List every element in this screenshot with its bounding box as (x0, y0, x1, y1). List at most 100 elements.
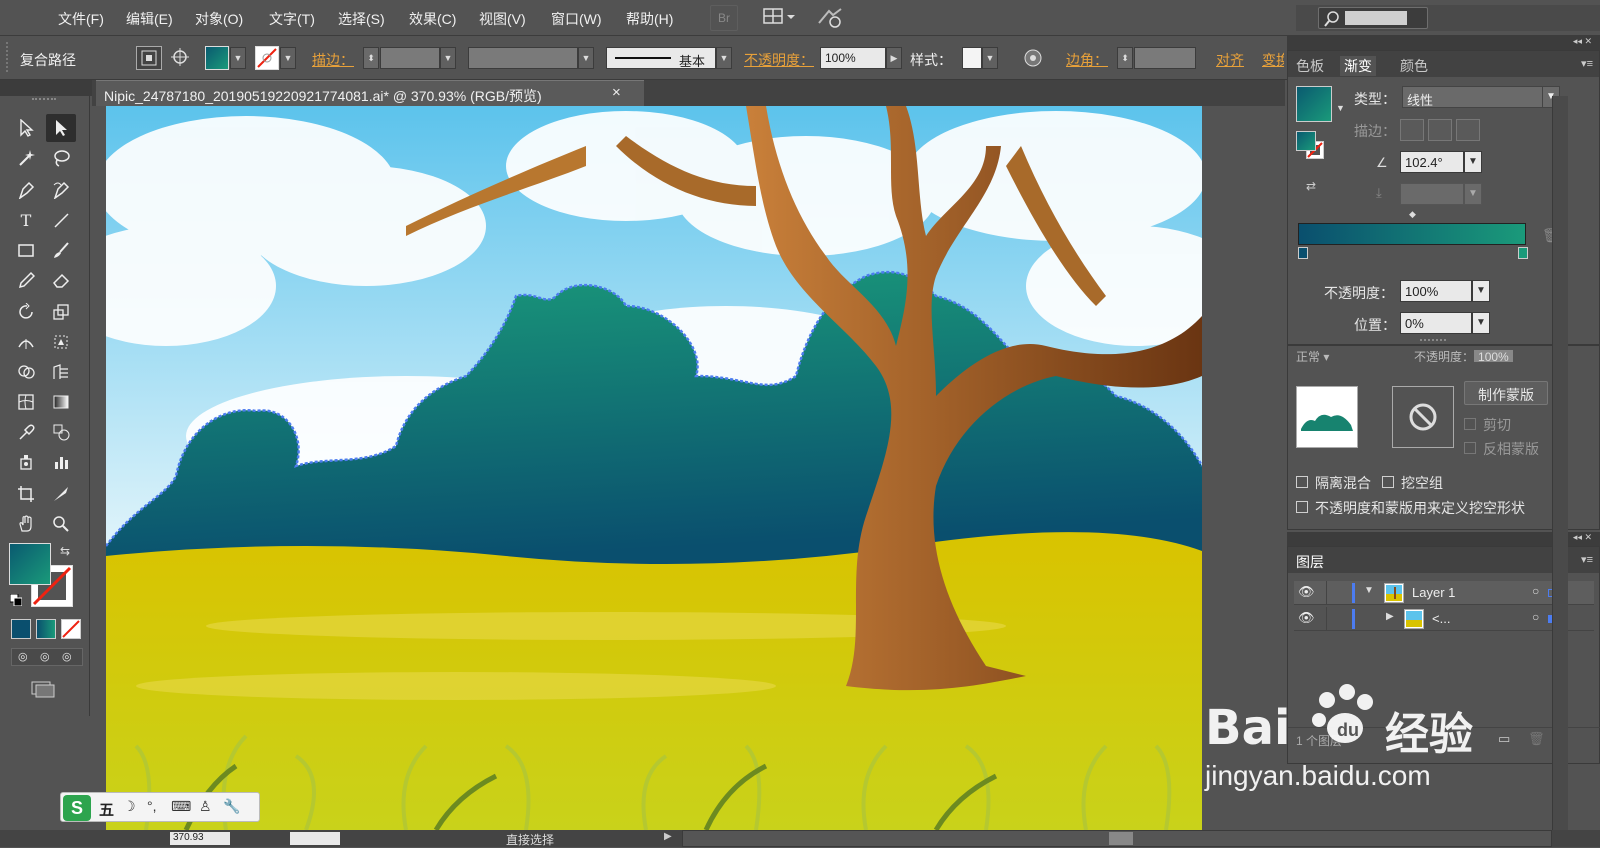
type-tool[interactable]: T (11, 206, 41, 234)
knockout-group-checkbox[interactable] (1382, 476, 1394, 488)
toolbox-grip[interactable] (32, 98, 56, 102)
magic-wand-tool[interactable] (11, 144, 41, 172)
width-tool[interactable] (11, 328, 41, 356)
brush-definition-dropdown[interactable]: ▼ (716, 47, 732, 69)
panel-resize-grip[interactable] (1420, 339, 1446, 344)
draw-normal-icon[interactable]: ◎ (18, 650, 28, 663)
symbol-sprayer-tool[interactable] (11, 448, 41, 476)
draw-behind-icon[interactable]: ◎ (40, 650, 50, 663)
vertical-scrollbar[interactable] (1552, 96, 1568, 830)
rectangle-tool[interactable] (11, 236, 41, 264)
isolate-group-button[interactable] (136, 46, 162, 70)
aspect-ratio-field[interactable] (1400, 183, 1464, 205)
stroke-across-button[interactable] (1456, 119, 1480, 141)
artboard-tool[interactable] (11, 480, 41, 508)
scale-tool[interactable] (46, 298, 76, 326)
none-mode-button[interactable] (61, 619, 81, 639)
layer-row-sublayer[interactable]: 👁 ▶ <... ○ (1294, 607, 1594, 631)
color-mode-button[interactable] (11, 619, 31, 639)
fill-swatch[interactable] (9, 543, 51, 585)
gradient-tool[interactable] (46, 388, 76, 416)
control-bar-grip[interactable] (6, 42, 9, 72)
stroke-weight-dropdown[interactable]: ▼ (440, 47, 456, 69)
opacity-field[interactable]: 100% (820, 47, 886, 69)
gradient-type-select[interactable]: 线性 (1402, 86, 1544, 108)
visibility-eye-icon[interactable]: 👁 (1298, 584, 1315, 600)
ime-settings-icon[interactable]: 🔧 (223, 798, 240, 815)
menu-window[interactable]: 窗口(W) (551, 9, 602, 29)
stop-opacity-dropdown[interactable]: ▼ (1472, 280, 1490, 302)
graphic-style-swatch[interactable] (962, 47, 982, 69)
column-graph-tool[interactable] (46, 448, 76, 476)
sublayer-name[interactable]: <... (1432, 611, 1450, 626)
search-input[interactable] (1318, 7, 1428, 29)
curvature-tool[interactable] (46, 176, 76, 204)
isolate-blending-checkbox[interactable] (1296, 476, 1308, 488)
shape-builder-tool[interactable] (11, 358, 41, 386)
paintbrush-tool[interactable] (46, 236, 76, 264)
make-mask-button[interactable]: 制作蒙版 (1464, 381, 1548, 405)
stroke-along-button[interactable] (1428, 119, 1452, 141)
artwork-illustration[interactable] (106, 106, 1202, 830)
mask-thumbnail[interactable] (1392, 386, 1454, 448)
stroke-color-swatch[interactable] (255, 46, 279, 70)
zoom-level-field[interactable]: 370.93 (170, 832, 230, 845)
expand-sublayer-icon[interactable]: ▶ (1386, 611, 1394, 622)
draw-inside-icon[interactable]: ◎ (62, 650, 72, 663)
clip-checkbox[interactable] (1464, 418, 1476, 430)
sublayer-visibility-eye-icon[interactable]: 👁 (1298, 610, 1315, 626)
sublayer-lock-column[interactable] (1326, 607, 1327, 631)
blend-mode-select[interactable]: 正常 ▾ (1296, 348, 1386, 362)
corner-label[interactable]: 边角： (1066, 50, 1108, 70)
stroke-label[interactable]: 描边： (312, 50, 354, 70)
close-tab-icon[interactable]: × (612, 84, 621, 101)
gradient-slider[interactable] (1298, 223, 1526, 245)
corner-radius-field[interactable] (1134, 47, 1196, 69)
gradient-mode-button[interactable] (36, 619, 56, 639)
screen-mode-button[interactable] (30, 680, 56, 698)
stroke-weight-stepper[interactable]: ⬍ (363, 47, 379, 69)
menu-effect[interactable]: 效果(C) (409, 9, 456, 29)
variable-width-field[interactable] (468, 47, 578, 69)
eraser-tool[interactable] (46, 266, 76, 294)
angle-field[interactable]: 102.4° (1400, 151, 1464, 173)
menu-select[interactable]: 选择(S) (338, 9, 385, 29)
stroke-weight-field[interactable] (380, 47, 440, 69)
document-tab[interactable]: Nipic_24787180_20190519220921774081.ai* … (96, 80, 644, 106)
direct-selection-tool[interactable] (46, 114, 76, 142)
current-tool-label[interactable]: 直接选择 (506, 831, 554, 848)
stroke-color-dropdown[interactable]: ▼ (280, 47, 296, 69)
panel-dock-header[interactable]: ◂◂ ✕ (1287, 36, 1600, 50)
layers-menu-icon[interactable]: ▾≡ (1581, 553, 1593, 566)
fill-color-dropdown[interactable]: ▼ (230, 47, 246, 69)
gradient-preview-swatch[interactable] (1296, 86, 1332, 122)
transparency-opacity-field[interactable]: 100% (1474, 350, 1513, 362)
selection-tool[interactable] (11, 114, 41, 142)
workspace-switcher[interactable] (760, 5, 802, 31)
object-thumbnail[interactable] (1296, 386, 1358, 448)
ime-half-width-icon[interactable]: ☽ (123, 798, 136, 815)
gradient-preset-dropdown[interactable]: ▼ (1336, 103, 1345, 113)
graphic-style-dropdown[interactable]: ▼ (982, 47, 998, 69)
pen-tool[interactable] (11, 176, 41, 204)
corner-stepper[interactable]: ⬍ (1117, 47, 1133, 69)
artboard-nav-field[interactable] (290, 832, 340, 845)
opacity-label[interactable]: 不透明度： (744, 50, 814, 70)
ime-mode-label[interactable]: 五 (99, 799, 114, 820)
invert-mask-checkbox[interactable] (1464, 442, 1476, 454)
slice-tool[interactable] (46, 480, 76, 508)
shaper-tool[interactable] (11, 266, 41, 294)
eyedropper-tool[interactable] (11, 418, 41, 446)
menu-type[interactable]: 文字(T) (269, 9, 315, 29)
menu-help[interactable]: 帮助(H) (626, 9, 673, 29)
gradient-stop-start[interactable] (1298, 247, 1308, 259)
tab-layers[interactable]: 图层 (1296, 552, 1324, 572)
variable-width-dropdown[interactable]: ▼ (578, 47, 594, 69)
stop-opacity-field[interactable]: 100% (1400, 280, 1472, 302)
menu-view[interactable]: 视图(V) (479, 9, 526, 29)
menu-object[interactable]: 对象(O) (195, 9, 243, 29)
tab-color[interactable]: 颜色 (1400, 56, 1428, 76)
menu-edit[interactable]: 编辑(E) (126, 9, 173, 29)
ime-skin-icon[interactable]: ♙ (199, 798, 212, 815)
ime-toolbar[interactable]: S 五 ☽ °, ⌨ ♙ 🔧 (60, 792, 260, 822)
